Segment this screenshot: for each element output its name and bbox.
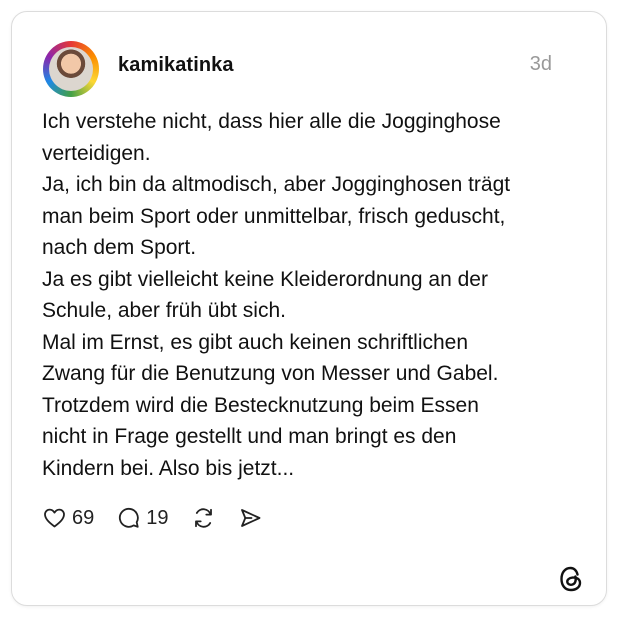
- post-text-line: Ja, ich bin da altmodisch, aber Joggingh…: [42, 173, 511, 196]
- comment-icon: [116, 506, 141, 530]
- avatar[interactable]: [43, 41, 99, 97]
- post-text-line: nach dem Sport.: [42, 236, 197, 259]
- post-text-line: man beim Sport oder unmittelbar, frisch …: [42, 204, 506, 228]
- post-text-line: Zwang für die Benutzung von Messer und G…: [42, 362, 499, 385]
- share-icon: [238, 506, 263, 530]
- post-text: Ich verstehe nicht, dass hier alle die J…: [42, 106, 582, 484]
- username[interactable]: kamikatinka: [118, 54, 234, 77]
- heart-icon: [42, 506, 67, 530]
- reply-button[interactable]: 19: [116, 506, 169, 530]
- post-text-line: Mal im Ernst, es gibt auch keinen schrif…: [42, 330, 469, 354]
- repost-icon: [191, 506, 216, 530]
- threads-logo-icon[interactable]: [558, 565, 584, 593]
- post-card: kamikatinka 3d Ich verstehe nicht, dass …: [11, 11, 607, 606]
- like-count: 69: [72, 506, 95, 529]
- avatar-photo: [49, 47, 93, 91]
- share-button[interactable]: [238, 506, 263, 530]
- reply-count: 19: [146, 506, 169, 529]
- post-text-line: verteidigen.: [42, 141, 151, 165]
- post-text-line: Kindern bei. Also bis jetzt...: [42, 456, 295, 480]
- post-text-line: Ja es gibt vielleicht keine Kleiderordnu…: [42, 267, 488, 291]
- post-text-line: Ich verstehe nicht, dass hier alle die J…: [42, 110, 501, 133]
- post-text-line: nicht in Frage gestellt und man bringt e…: [42, 425, 457, 448]
- post-text-line: Trotzdem wird die Bestecknutzung beim Es…: [42, 393, 479, 417]
- post-timestamp: 3d: [529, 53, 552, 75]
- repost-button[interactable]: [191, 506, 216, 530]
- post-actions: 69 19: [42, 503, 285, 533]
- like-button[interactable]: 69: [42, 506, 94, 530]
- post-text-line: Schule, aber früh übt sich.: [42, 299, 286, 322]
